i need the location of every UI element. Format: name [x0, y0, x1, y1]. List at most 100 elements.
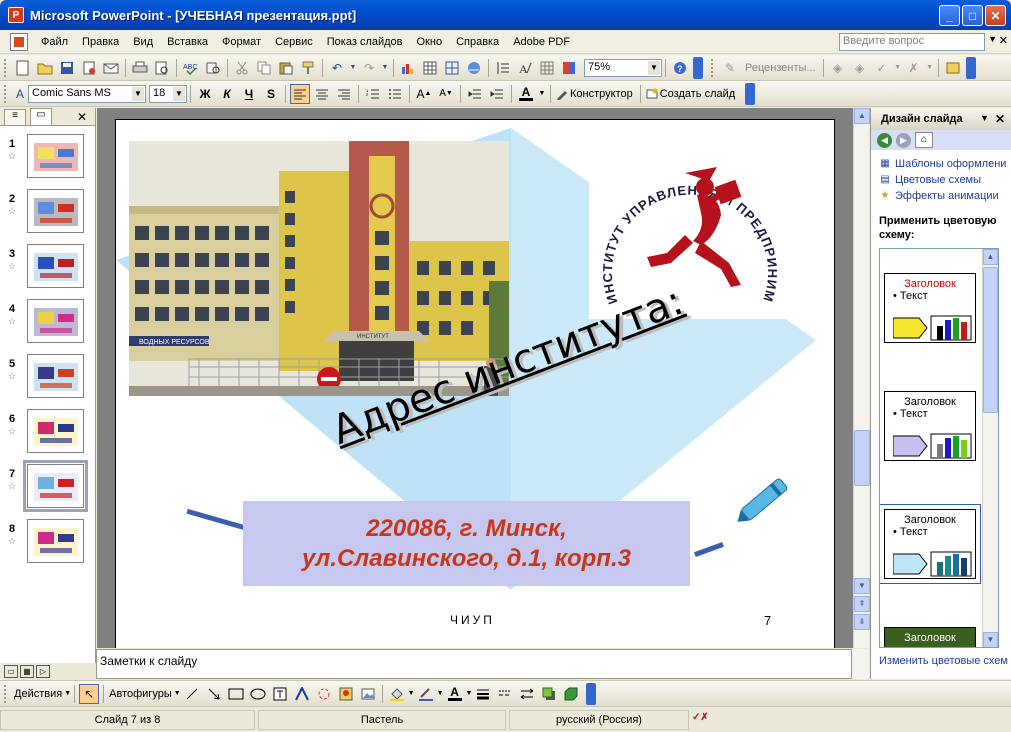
menu-adobe-pdf[interactable]: Adobe PDF: [506, 36, 577, 48]
previous-comment-icon[interactable]: ◈: [828, 58, 848, 78]
previous-slide-icon[interactable]: ⇞: [854, 596, 870, 612]
toolbar-grip[interactable]: [711, 58, 715, 77]
scroll-down-icon[interactable]: ▼: [983, 632, 998, 647]
toolbar-grip[interactable]: [4, 684, 8, 703]
bullets-icon[interactable]: [385, 84, 405, 104]
line-style-icon[interactable]: [473, 684, 493, 704]
back-arrow-icon[interactable]: ◀: [877, 132, 892, 148]
outline-tab[interactable]: ≡: [4, 109, 26, 125]
help-icon[interactable]: ?: [670, 58, 690, 78]
menu-window[interactable]: Окно: [410, 36, 450, 48]
slide-thumbnail[interactable]: [27, 519, 84, 563]
reviewers-button[interactable]: Рецензенты...: [741, 62, 820, 74]
slide-thumbnail-row[interactable]: 8 ☆: [0, 519, 96, 571]
color-grayscale-icon[interactable]: [559, 58, 579, 78]
slide-thumbnail-row[interactable]: 4 ☆: [0, 299, 96, 351]
insert-table-icon[interactable]: [420, 58, 440, 78]
color-scheme-option[interactable]: Заголовок: [884, 627, 976, 647]
current-slide[interactable]: ВОДНЫХ РЕСУРСОВ ИНСТИТУТ ИНСТИТУТ УПРАВЛ…: [115, 119, 835, 648]
task-pane-title[interactable]: Дизайн слайда: [881, 113, 963, 125]
open-folder-icon[interactable]: [35, 58, 55, 78]
cut-icon[interactable]: [232, 58, 252, 78]
textbox-icon[interactable]: [270, 684, 290, 704]
chevron-down-icon[interactable]: ▼: [648, 60, 660, 75]
new-document-icon[interactable]: [13, 58, 33, 78]
slide-thumbnail[interactable]: [23, 460, 88, 512]
numbering-icon[interactable]: 12: [363, 84, 383, 104]
print-icon[interactable]: [130, 58, 150, 78]
slide-thumbnail[interactable]: [27, 244, 84, 288]
notes-pane[interactable]: Заметки к слайду: [96, 649, 852, 679]
slide-thumbnail-row[interactable]: 7 ☆: [0, 460, 96, 516]
align-right-icon[interactable]: [334, 84, 354, 104]
chevron-down-icon[interactable]: ▼: [988, 34, 997, 44]
toolbar-options-icon[interactable]: [693, 56, 703, 79]
diagram-icon[interactable]: [314, 684, 334, 704]
new-slide-button[interactable]: Создать слайд: [660, 88, 739, 100]
select-pointer-icon[interactable]: ↖: [79, 683, 100, 704]
toolbar-grip[interactable]: [4, 58, 8, 77]
line-color-icon[interactable]: [416, 684, 436, 704]
print-preview-icon[interactable]: [152, 58, 172, 78]
text-style-icon[interactable]: A: [13, 84, 27, 104]
menu-tools[interactable]: Сервис: [268, 36, 320, 48]
slides-tab[interactable]: ▭: [30, 108, 52, 125]
rectangle-icon[interactable]: [226, 684, 246, 704]
chevron-down-icon[interactable]: ▼: [174, 690, 181, 697]
scrollbar-thumb[interactable]: [983, 267, 998, 413]
color-scheme-option[interactable]: Заголовок • Текст: [884, 391, 976, 461]
menu-insert[interactable]: Вставка: [160, 36, 215, 48]
shadow-style-icon[interactable]: [539, 684, 559, 704]
toolbar-options-icon[interactable]: [586, 682, 597, 705]
color-scheme-option[interactable]: Заголовок • Текст: [884, 273, 976, 343]
zoom-select[interactable]: 75% ▼: [584, 58, 662, 77]
chevron-down-icon[interactable]: ▼: [894, 58, 902, 78]
spelling-icon[interactable]: ABC: [181, 58, 201, 78]
font-size-select[interactable]: 18 ▼: [149, 84, 187, 103]
address-textbox[interactable]: 220086, г. Минск, ул.Славинского, д.1, к…: [243, 501, 690, 586]
menu-help[interactable]: Справка: [449, 36, 506, 48]
help-search-input[interactable]: Введите вопрос: [839, 33, 985, 51]
scroll-up-icon[interactable]: ▲: [983, 249, 998, 265]
arrow-icon[interactable]: [204, 684, 224, 704]
chevron-down-icon[interactable]: ▼: [538, 84, 546, 104]
align-left-icon[interactable]: [290, 83, 310, 104]
chevron-down-icon[interactable]: ▼: [381, 58, 389, 78]
reject-change-icon[interactable]: ✗: [904, 58, 924, 78]
slide-thumbnail-row[interactable]: 1 ☆: [0, 134, 96, 186]
chevron-down-icon[interactable]: ▼: [173, 86, 185, 101]
document-icon[interactable]: [10, 32, 28, 51]
toolbar-options-icon[interactable]: [745, 82, 756, 105]
minimize-button[interactable]: _: [939, 5, 960, 26]
next-slide-icon[interactable]: ⇟: [854, 614, 870, 630]
toolbar-grip[interactable]: [4, 84, 8, 103]
close-button[interactable]: ✕: [985, 5, 1006, 26]
menu-view[interactable]: Вид: [126, 36, 160, 48]
chevron-down-icon[interactable]: ▼: [980, 113, 989, 123]
slide-thumbnail[interactable]: [27, 189, 84, 233]
menu-format[interactable]: Формат: [215, 36, 268, 48]
home-icon[interactable]: ⌂: [915, 132, 933, 148]
insert-picture-icon[interactable]: [358, 684, 378, 704]
scroll-up-icon[interactable]: ▲: [854, 108, 870, 124]
actions-menu[interactable]: Действия: [12, 688, 64, 700]
text-formatting-icon[interactable]: A: [515, 58, 535, 78]
slide-sorter-icon[interactable]: ▦: [20, 664, 34, 678]
slide-thumbnail[interactable]: [27, 354, 84, 398]
powerpoint-app-icon[interactable]: P: [8, 7, 24, 23]
font-color-icon[interactable]: A: [516, 84, 536, 104]
show-grid-icon[interactable]: [537, 58, 557, 78]
forward-arrow-icon[interactable]: ▶: [896, 132, 911, 148]
bold-button[interactable]: Ж: [195, 84, 215, 104]
spelling-status-icon[interactable]: ✓✗: [692, 712, 712, 728]
edit-color-schemes-link[interactable]: Изменить цветовые схем: [879, 655, 1008, 667]
italic-button[interactable]: К: [217, 84, 237, 104]
paste-icon[interactable]: [276, 58, 296, 78]
chevron-down-icon[interactable]: ▼: [926, 58, 934, 78]
line-icon[interactable]: [182, 684, 202, 704]
chevron-down-icon[interactable]: ▼: [437, 690, 444, 697]
color-schemes-link[interactable]: ▤ Цветовые схемы: [871, 172, 1011, 188]
next-comment-icon[interactable]: ◈: [850, 58, 870, 78]
new-slide-icon[interactable]: [645, 84, 659, 104]
insert-chart-icon[interactable]: [398, 58, 418, 78]
